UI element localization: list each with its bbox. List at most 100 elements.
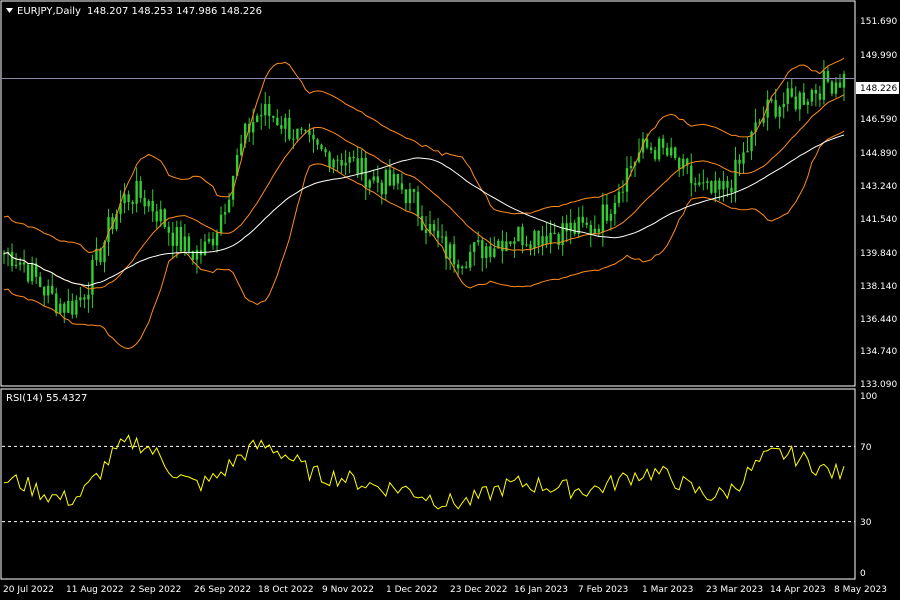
price-tick-label: 139.840 (860, 249, 897, 259)
candle-body (30, 263, 34, 282)
candle-body (649, 147, 653, 151)
candle-body (842, 73, 846, 88)
price-tick-label: 138.140 (860, 282, 897, 292)
candle-body (432, 224, 436, 231)
candle-body (621, 191, 625, 193)
candle-body (179, 227, 183, 252)
date-tick-label: 20 Jul 2022 (3, 585, 54, 595)
candle-body (348, 156, 351, 163)
candle-body (312, 134, 315, 140)
candle-body (477, 240, 480, 243)
rsi-tick-label: 0 (860, 569, 866, 579)
candle-body (288, 117, 291, 139)
date-tick-label: 26 Sep 2022 (194, 585, 251, 595)
candle-body (292, 138, 295, 140)
price-tick-label: 146.590 (860, 115, 897, 125)
candle-body (533, 230, 536, 249)
candle-body (79, 297, 82, 301)
candle-body (155, 211, 158, 222)
candle-body (440, 236, 444, 238)
candle-body (722, 181, 725, 190)
candle-body (653, 150, 657, 160)
candle-body (215, 232, 219, 246)
rsi-panel-frame (0, 388, 856, 580)
candle-body (694, 183, 697, 185)
candle-body (537, 230, 540, 246)
candle-body (219, 214, 223, 233)
candle-body (665, 147, 669, 156)
candle-body (706, 181, 709, 183)
candle-body (14, 264, 18, 267)
candle-body (465, 266, 468, 268)
candle-body (55, 293, 58, 314)
price-tick-label: 141.540 (860, 215, 897, 225)
candle-body (360, 157, 363, 175)
date-tick-label: 18 Oct 2022 (258, 585, 314, 595)
candle-body (227, 199, 231, 213)
candle-body (143, 197, 146, 207)
candle-body (565, 223, 568, 232)
candle-body (645, 138, 649, 148)
candle-body (328, 152, 331, 168)
candle-body (223, 212, 227, 215)
candle-body (268, 103, 271, 116)
candle-body (489, 246, 492, 257)
candle-body (163, 209, 166, 227)
candle-body (392, 173, 396, 186)
candle-body (581, 216, 584, 223)
chart-window[interactable]: EURJPY,Daily 148.207 148.253 147.986 148… (0, 0, 900, 600)
candle-body (698, 182, 701, 185)
candle-body (260, 115, 263, 117)
candle-body (99, 248, 102, 263)
candle-body (830, 81, 834, 94)
candle-body (742, 152, 745, 164)
candle-body (51, 285, 54, 294)
candle-body (159, 209, 162, 222)
date-tick-label: 2 Sep 2022 (130, 585, 181, 595)
date-tick-label: 14 Apr 2023 (770, 585, 826, 595)
candle-body (452, 244, 456, 265)
candle-body (613, 202, 617, 215)
candle-body (545, 236, 548, 244)
candle-body (770, 99, 773, 101)
candle-body (521, 226, 524, 246)
price-tick-label: 136.440 (860, 315, 897, 325)
date-tick-label: 1 Dec 2022 (386, 585, 438, 595)
candle-body (336, 159, 339, 161)
candle-body (420, 216, 424, 230)
candle-body (296, 128, 299, 139)
candle-body (730, 187, 733, 193)
candle-body (300, 128, 303, 130)
price-tick-label: 144.890 (860, 149, 897, 159)
candle-body (509, 241, 512, 244)
candle-body (340, 159, 343, 166)
ohlc-values: 148.207 148.253 147.986 148.226 (87, 6, 262, 17)
candle-body (416, 191, 420, 217)
candle-body (710, 181, 713, 193)
candle-body (239, 143, 243, 155)
rsi-axis: 100 70 30 0 (860, 392, 877, 579)
candle-body (669, 147, 673, 156)
chart-canvas[interactable]: EURJPY,Daily 148.207 148.253 147.986 148… (0, 0, 900, 600)
candle-body (702, 182, 705, 184)
price-tick-label: 143.240 (860, 182, 897, 192)
candle-body (818, 93, 822, 100)
rsi-tick-label: 30 (860, 518, 872, 528)
date-axis: 20 Jul 2022 11 Aug 2022 2 Sep 2022 26 Se… (3, 585, 887, 595)
candle-body (280, 125, 283, 129)
candle-body (264, 103, 267, 116)
date-tick-label: 7 Feb 2023 (578, 585, 628, 595)
candle-body (276, 117, 279, 126)
candle-body (203, 241, 207, 256)
candle-body (67, 300, 70, 313)
candle-body (738, 159, 741, 164)
candle-body (629, 165, 633, 169)
candle-body (167, 226, 170, 233)
candle-body (91, 260, 94, 295)
candle-body (187, 236, 191, 252)
candle-body (714, 180, 717, 193)
candle-body (794, 96, 797, 110)
candle-body (460, 266, 464, 269)
candle-body (529, 244, 532, 249)
candle-body (251, 122, 255, 133)
